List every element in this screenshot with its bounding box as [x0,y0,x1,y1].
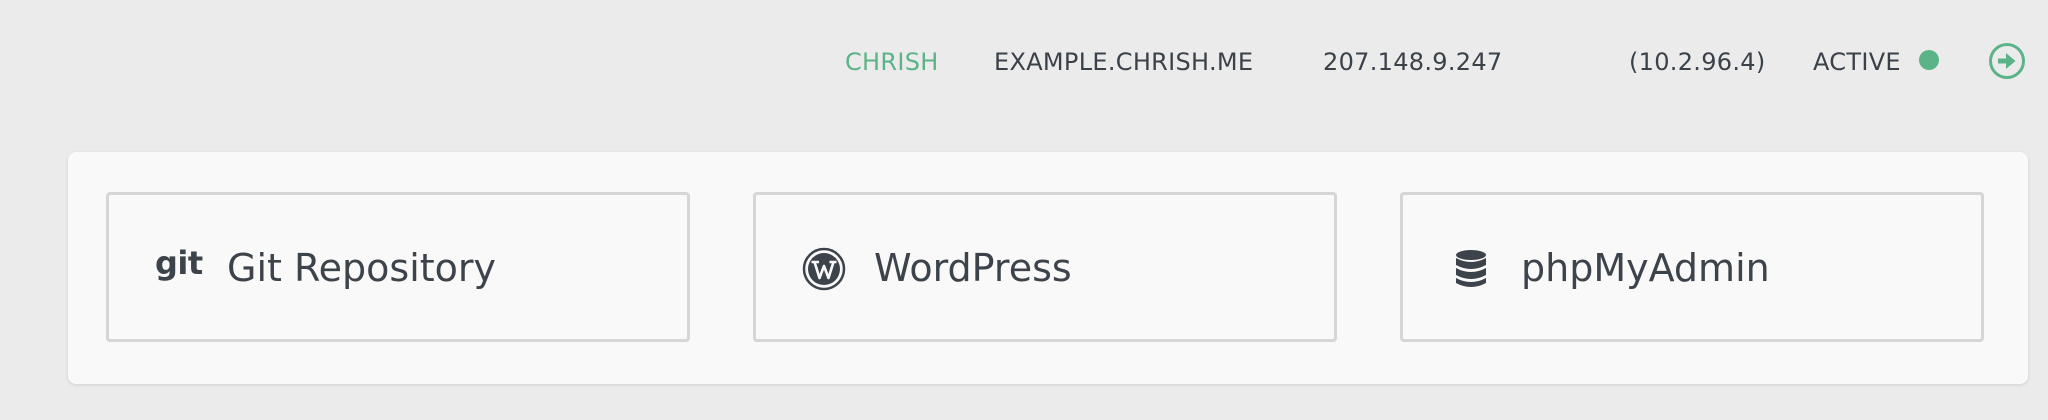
git-repository-card[interactable]: git Git Repository [106,192,690,342]
apps-panel: git Git Repository WordPress phpMyAdmin [68,152,2028,384]
wordpress-card[interactable]: WordPress [753,192,1337,342]
card-label: phpMyAdmin [1521,246,1770,290]
git-icon: git [155,244,203,282]
wordpress-icon [802,247,846,291]
status-dot-icon [1919,50,1939,70]
status-label: ACTIVE [1813,48,1901,76]
public-ip: 207.148.9.247 [1323,48,1503,76]
domain-name: EXAMPLE.CHRISH.ME [994,48,1254,76]
private-ip: (10.2.96.4) [1629,48,1766,76]
card-label: WordPress [874,246,1072,290]
phpmyadmin-card[interactable]: phpMyAdmin [1400,192,1984,342]
domain-header: CHRISH EXAMPLE.CHRISH.ME 207.148.9.247 (… [0,0,2048,120]
arrow-right-circle-icon[interactable] [1988,42,2026,80]
card-label: Git Repository [227,246,497,290]
database-icon [1456,250,1486,287]
username-link[interactable]: CHRISH [845,42,939,82]
